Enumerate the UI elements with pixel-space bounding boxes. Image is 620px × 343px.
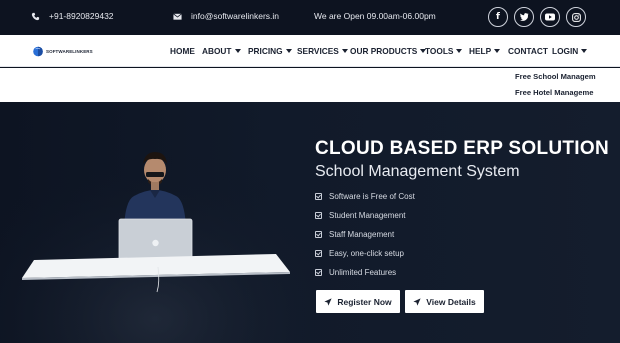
logo-text: SOFTWARELINKERS	[46, 48, 93, 54]
checkbox-icon	[315, 193, 322, 200]
list-item: Staff Management	[315, 230, 394, 239]
logo-mark-icon	[33, 46, 43, 57]
checkbox-icon	[315, 250, 322, 257]
dropdown-link-school[interactable]: Free School Managem	[515, 72, 620, 81]
youtube-icon[interactable]	[540, 7, 560, 27]
facebook-icon[interactable]: f	[488, 7, 508, 27]
nav-about-label: ABOUT	[202, 46, 232, 56]
list-item: Student Management	[315, 211, 406, 220]
site-logo[interactable]: SOFTWARELINKERS	[33, 45, 93, 57]
nav-our-products-label: OUR PRODUCTS	[350, 46, 418, 56]
feature-text: Student Management	[329, 211, 406, 220]
dropdown-link-hotel[interactable]: Free Hotel Manageme	[515, 88, 620, 97]
nav-home-label: HOME	[170, 46, 195, 56]
envelope-icon	[173, 12, 182, 20]
nav-help-label: HELP	[469, 46, 492, 56]
register-now-button[interactable]: Register Now	[316, 290, 400, 313]
nav-pricing-label: PRICING	[248, 46, 283, 56]
opening-hours-text: We are Open 09.00am-06.00pm	[314, 11, 436, 21]
chevron-down-icon	[581, 49, 588, 53]
products-dropdown: Free School Managem Free Hotel Manageme	[0, 68, 620, 102]
list-item: Unlimited Features	[315, 268, 396, 277]
nav-contact[interactable]: CONTACT	[508, 46, 548, 56]
email-address: info@softwarelinkers.in	[191, 11, 279, 21]
nav-pricing[interactable]: PRICING	[248, 46, 292, 56]
chevron-down-icon	[341, 49, 348, 53]
checkbox-icon	[315, 231, 322, 238]
hero-subtitle: School Management System	[315, 163, 520, 180]
register-now-label: Register Now	[337, 296, 392, 307]
nav-about[interactable]: ABOUT	[202, 46, 241, 56]
feature-text: Staff Management	[329, 230, 395, 239]
twitter-icon[interactable]	[514, 7, 534, 27]
hero-title: CLOUD BASED ERP SOLUTION	[315, 138, 609, 159]
feature-text: Easy, one-click setup	[329, 249, 404, 258]
chevron-down-icon	[234, 49, 241, 53]
checkbox-icon	[315, 269, 322, 276]
nav-our-products[interactable]: OUR PRODUCTS	[350, 46, 427, 56]
top-bar: +91-8920829432 info@softwarelinkers.in W…	[0, 0, 620, 35]
hero-illustration	[0, 102, 310, 343]
chevron-down-icon	[494, 49, 501, 53]
main-navbar: SOFTWARELINKERS HOME ABOUT PRICING SERVI…	[0, 35, 620, 67]
opening-hours: We are Open 09.00am-06.00pm	[314, 11, 436, 21]
instagram-icon[interactable]	[566, 7, 586, 27]
nav-services[interactable]: SERVICES	[297, 46, 348, 56]
nav-services-label: SERVICES	[297, 46, 339, 56]
nav-contact-label: CONTACT	[508, 46, 548, 56]
checkbox-icon	[315, 212, 322, 219]
view-details-label: View Details	[426, 296, 476, 307]
nav-help[interactable]: HELP	[469, 46, 501, 56]
view-details-button[interactable]: View Details	[405, 290, 484, 313]
nav-home[interactable]: HOME	[170, 46, 195, 56]
nav-tools[interactable]: TOOLS	[425, 46, 463, 56]
feature-text: Software is Free of Cost	[329, 192, 415, 201]
nav-login[interactable]: LOGIN	[552, 46, 588, 56]
hero-banner: CLOUD BASED ERP SOLUTION School Manageme…	[0, 102, 620, 343]
feature-text: Unlimited Features	[329, 268, 397, 277]
nav-tools-label: TOOLS	[425, 46, 454, 56]
send-arrow-icon	[413, 297, 421, 306]
phone-number: +91-8920829432	[49, 11, 114, 21]
list-item: Easy, one-click setup	[315, 249, 404, 258]
nav-login-label: LOGIN	[552, 46, 579, 56]
phone-icon	[31, 12, 40, 20]
send-arrow-icon	[324, 297, 332, 306]
chevron-down-icon	[285, 49, 292, 53]
chevron-down-icon	[456, 49, 463, 53]
email-contact[interactable]: info@softwarelinkers.in	[173, 11, 279, 21]
phone-contact[interactable]: +91-8920829432	[31, 11, 114, 21]
list-item: Software is Free of Cost	[315, 192, 415, 201]
